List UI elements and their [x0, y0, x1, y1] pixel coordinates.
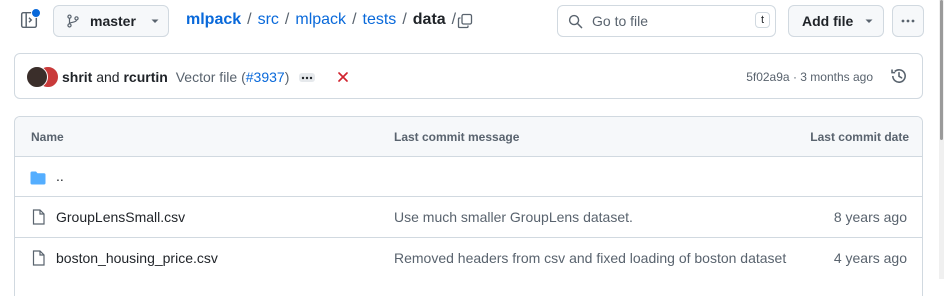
ellipsis-icon: [301, 76, 313, 79]
keyboard-shortcut-hint: t: [754, 12, 770, 28]
breadcrumb-repo-link[interactable]: mlpack: [186, 11, 241, 28]
more-options-button[interactable]: [892, 5, 924, 37]
breadcrumb-separator: /: [247, 11, 252, 28]
commit-age: 3 months ago: [800, 70, 873, 84]
commit-summary: shrit and rcurtin Vector file (#3937): [62, 69, 289, 85]
caret-down-icon: [864, 16, 874, 26]
commit-message-link[interactable]: Removed headers from csv and fixed loadi…: [394, 250, 786, 266]
file-icon: [32, 250, 45, 271]
copy-icon: [457, 13, 473, 29]
commit-message-link[interactable]: Use much smaller GroupLens dataset.: [394, 209, 633, 225]
breadcrumb: mlpack / src / mlpack / tests / data /: [186, 11, 462, 29]
kebab-horizontal-icon: [901, 19, 915, 23]
notification-dot-icon: [31, 8, 41, 18]
branch-name: master: [90, 13, 136, 29]
commit-author-link[interactable]: shrit: [62, 69, 92, 85]
commit-author-link[interactable]: rcurtin: [123, 69, 167, 85]
breadcrumb-src-link[interactable]: src: [258, 11, 279, 28]
folder-icon: [30, 171, 46, 190]
column-header-date: Last commit date: [810, 130, 909, 144]
breadcrumb-separator: /: [402, 11, 407, 28]
search-placeholder: Go to file: [592, 13, 649, 29]
add-file-button[interactable]: Add file: [788, 5, 884, 37]
commit-hash-link[interactable]: 5f02a9a: [746, 70, 789, 84]
copy-path-button[interactable]: [457, 13, 473, 29]
parent-directory-link[interactable]: ..: [56, 168, 64, 184]
commit-message-link[interactable]: Vector file (#3937): [176, 69, 290, 85]
breadcrumb-mlpack-link[interactable]: mlpack: [295, 11, 346, 28]
scrollbar-thumb[interactable]: [940, 0, 943, 140]
table-row[interactable]: GroupLensSmall.csv Use much smaller Grou…: [14, 196, 922, 237]
avatar[interactable]: [26, 66, 48, 88]
latest-commit-bar: shrit and rcurtin Vector file (#3937) 5f…: [14, 53, 923, 99]
table-header: Name Last commit message Last commit dat…: [15, 117, 922, 157]
commit-date: 4 years ago: [833, 250, 907, 266]
add-file-label: Add file: [802, 13, 854, 29]
history-icon[interactable]: [890, 67, 908, 90]
sidebar-toggle-button[interactable]: [20, 8, 41, 31]
x-icon[interactable]: [337, 70, 349, 88]
column-header-message: Last commit message: [394, 130, 520, 144]
expand-commit-button[interactable]: [299, 73, 315, 82]
file-icon: [32, 209, 45, 230]
breadcrumb-tests-link[interactable]: tests: [363, 11, 397, 28]
commit-author-and: and: [96, 69, 120, 85]
meta-separator: ·: [792, 70, 797, 84]
table-row[interactable]: boston_housing_price.csv Removed headers…: [14, 237, 922, 278]
table-row-parent[interactable]: ..: [14, 156, 922, 197]
go-to-file-input[interactable]: Go to file t: [557, 5, 776, 37]
breadcrumb-current: data: [412, 11, 446, 28]
pull-request-link[interactable]: #3937: [246, 69, 285, 85]
commit-message: Vector file (: [175, 69, 246, 85]
column-header-name: Name: [31, 130, 64, 144]
branch-select-button[interactable]: master: [53, 5, 169, 37]
file-name-link[interactable]: GroupLensSmall.csv: [56, 209, 185, 225]
page-scrollbar[interactable]: [939, 0, 944, 279]
breadcrumb-separator: /: [284, 11, 290, 28]
commit-date: 8 years ago: [833, 209, 907, 225]
caret-down-icon: [150, 16, 160, 26]
breadcrumb-separator: /: [352, 11, 357, 28]
git-branch-icon: [66, 14, 80, 28]
commit-message-end: ): [284, 69, 290, 85]
search-icon: [568, 14, 583, 29]
commit-meta: 5f02a9a · 3 months ago: [746, 70, 873, 84]
file-name-link[interactable]: boston_housing_price.csv: [56, 250, 218, 266]
